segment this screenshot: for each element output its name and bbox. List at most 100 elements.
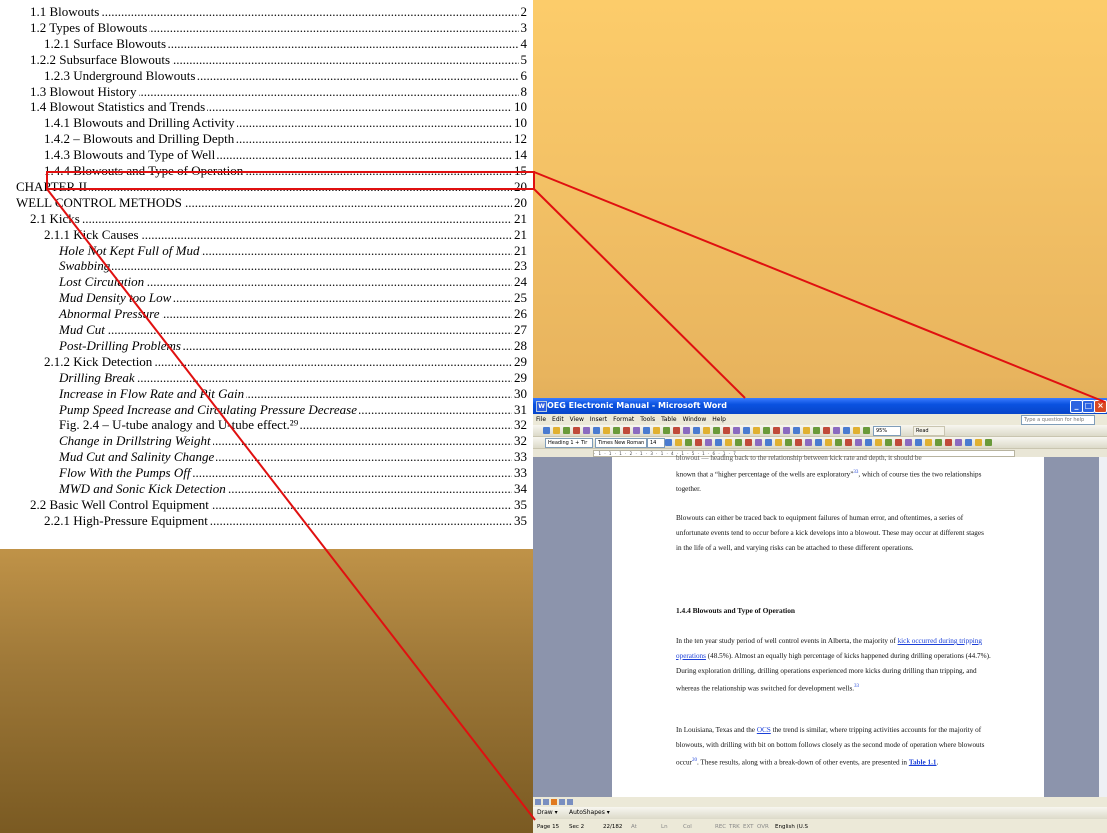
- toc-entry[interactable]: ........................................…: [0, 163, 527, 179]
- toolbar-button-icon[interactable]: [713, 427, 720, 434]
- toc-entry[interactable]: ........................................…: [0, 226, 527, 243]
- menu-item-insert[interactable]: Insert: [587, 414, 610, 425]
- font-size-select[interactable]: 14: [647, 438, 665, 448]
- toolbar-button-icon[interactable]: [553, 427, 560, 434]
- toc-entry[interactable]: ........................................…: [0, 194, 527, 211]
- toolbar-button-icon[interactable]: [665, 439, 672, 446]
- toc-entry[interactable]: ........................................…: [0, 83, 527, 100]
- toolbar-button-icon[interactable]: [853, 427, 860, 434]
- toolbar-button-icon[interactable]: [905, 439, 912, 446]
- toolbar-button-icon[interactable]: [865, 439, 872, 446]
- toolbar-button-icon[interactable]: [745, 439, 752, 446]
- toc-entry[interactable]: ........................................…: [0, 4, 527, 20]
- style-select[interactable]: Heading 1 + Tir: [545, 438, 593, 448]
- toolbar-button-icon[interactable]: [593, 427, 600, 434]
- toolbar-button-icon[interactable]: [795, 439, 802, 446]
- toc-entry[interactable]: ........................................…: [0, 465, 527, 482]
- toolbar-button-icon[interactable]: [675, 439, 682, 446]
- toolbar-button-icon[interactable]: [955, 439, 962, 446]
- document-area[interactable]: blowout — heading back to the relationsh…: [533, 454, 1099, 797]
- print-view-icon[interactable]: [551, 799, 557, 805]
- menu-item-format[interactable]: Format: [610, 414, 637, 425]
- toolbar-button-icon[interactable]: [563, 427, 570, 434]
- menu-item-tools[interactable]: Tools: [637, 414, 658, 425]
- toc-entry[interactable]: ........................................…: [0, 496, 527, 513]
- toc-entry[interactable]: ........................................…: [0, 385, 527, 402]
- toolbar-button-icon[interactable]: [765, 439, 772, 446]
- toolbar-button-icon[interactable]: [843, 427, 850, 434]
- ocs-link[interactable]: OCS: [757, 726, 771, 734]
- font-select[interactable]: Times New Roman: [595, 438, 647, 448]
- toolbar-button-icon[interactable]: [693, 427, 700, 434]
- toolbar-button-icon[interactable]: [975, 439, 982, 446]
- vertical-scrollbar[interactable]: [1099, 457, 1107, 797]
- toolbar-button-icon[interactable]: [683, 427, 690, 434]
- menu-item-help[interactable]: Help: [709, 414, 729, 425]
- toc-entry[interactable]: ........................................…: [0, 449, 527, 466]
- table-link[interactable]: Table 1.1: [909, 758, 937, 766]
- toolbar-button-icon[interactable]: [915, 439, 922, 446]
- reading-view-icon[interactable]: [567, 799, 573, 805]
- zoom-select[interactable]: 95%: [873, 426, 901, 436]
- toolbar-button-icon[interactable]: [613, 427, 620, 434]
- autoshapes-menu[interactable]: AutoShapes ▾: [569, 807, 610, 819]
- toolbar-button-icon[interactable]: [855, 439, 862, 446]
- toolbar-button-icon[interactable]: [753, 427, 760, 434]
- toolbar-button-icon[interactable]: [793, 427, 800, 434]
- menu-item-table[interactable]: Table: [658, 414, 680, 425]
- document-page[interactable]: blowout — heading back to the relationsh…: [612, 454, 1044, 797]
- toc-entry[interactable]: ........................................…: [0, 401, 527, 418]
- draw-menu[interactable]: Draw ▾: [537, 807, 558, 819]
- title-bar[interactable]: W OEG Electronic Manual - Microsoft Word…: [533, 398, 1107, 414]
- toolbar-button-icon[interactable]: [773, 427, 780, 434]
- toc-entry[interactable]: ........................................…: [0, 274, 527, 291]
- menu-item-window[interactable]: Window: [680, 414, 710, 425]
- toc-entry[interactable]: ........................................…: [0, 290, 527, 307]
- toc-entry[interactable]: ........................................…: [0, 131, 527, 148]
- toc-entry[interactable]: ........................................…: [0, 417, 527, 434]
- toc-entry[interactable]: ........................................…: [0, 67, 527, 84]
- toc-entry[interactable]: ........................................…: [0, 178, 527, 195]
- menu-item-edit[interactable]: Edit: [549, 414, 567, 425]
- help-search-input[interactable]: Type a question for help: [1021, 415, 1095, 425]
- toc-entry[interactable]: ........................................…: [0, 99, 527, 116]
- toolbar-button-icon[interactable]: [673, 427, 680, 434]
- toolbar-button-icon[interactable]: [733, 427, 740, 434]
- toolbar-button-icon[interactable]: [835, 439, 842, 446]
- toc-entry[interactable]: ........................................…: [0, 433, 527, 450]
- toc-entry[interactable]: ........................................…: [0, 369, 527, 386]
- toolbar-button-icon[interactable]: [785, 439, 792, 446]
- toc-entry[interactable]: ........................................…: [0, 242, 527, 259]
- toolbar-button-icon[interactable]: [935, 439, 942, 446]
- toolbar-button-icon[interactable]: [965, 439, 972, 446]
- toolbar-button-icon[interactable]: [815, 439, 822, 446]
- toolbar-button-icon[interactable]: [803, 427, 810, 434]
- toolbar-button-icon[interactable]: [573, 427, 580, 434]
- word-window[interactable]: W OEG Electronic Manual - Microsoft Word…: [533, 398, 1107, 833]
- toolbar-button-icon[interactable]: [825, 439, 832, 446]
- toc-entry[interactable]: ........................................…: [0, 51, 527, 68]
- menu-item-view[interactable]: View: [567, 414, 587, 425]
- toolbar-button-icon[interactable]: [715, 439, 722, 446]
- toc-entry[interactable]: ........................................…: [0, 481, 527, 497]
- toolbar-button-icon[interactable]: [685, 439, 692, 446]
- toolbar-button-icon[interactable]: [755, 439, 762, 446]
- toolbar-button-icon[interactable]: [735, 439, 742, 446]
- toolbar-button-icon[interactable]: [663, 427, 670, 434]
- toolbar-button-icon[interactable]: [945, 439, 952, 446]
- toc-entry[interactable]: ........................................…: [0, 147, 527, 164]
- read-button[interactable]: Read: [913, 426, 945, 436]
- toolbar-button-icon[interactable]: [813, 427, 820, 434]
- toolbar-button-icon[interactable]: [763, 427, 770, 434]
- toolbar-button-icon[interactable]: [885, 439, 892, 446]
- toolbar-button-icon[interactable]: [623, 427, 630, 434]
- toolbar-button-icon[interactable]: [985, 439, 992, 446]
- toolbar-button-icon[interactable]: [705, 439, 712, 446]
- toc-entry[interactable]: ........................................…: [0, 115, 527, 132]
- toc-entry[interactable]: ........................................…: [0, 512, 527, 529]
- toc-entry[interactable]: ........................................…: [0, 353, 527, 370]
- toolbar-button-icon[interactable]: [863, 427, 870, 434]
- web-view-icon[interactable]: [543, 799, 549, 805]
- toolbar-button-icon[interactable]: [895, 439, 902, 446]
- toolbar-button-icon[interactable]: [743, 427, 750, 434]
